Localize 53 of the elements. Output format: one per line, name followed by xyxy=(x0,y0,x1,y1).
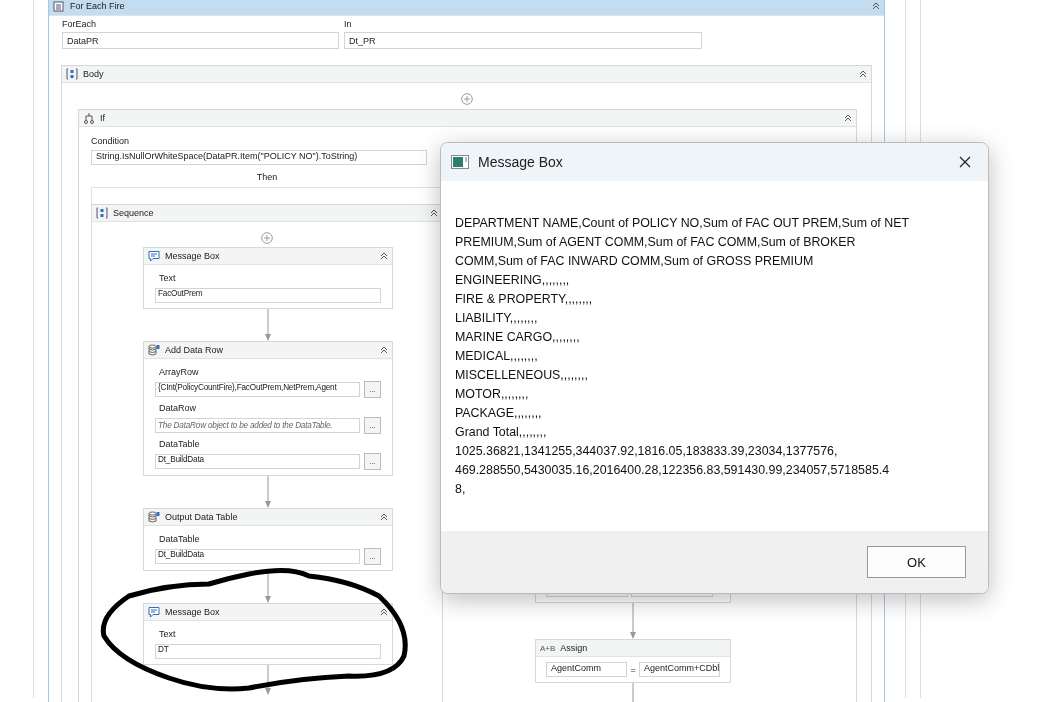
sequence-icon xyxy=(66,68,78,80)
branch-label: Then xyxy=(256,171,278,183)
text-field[interactable]: {CInt(PolicyCountFire),FacOutPrem,NetPrem,Agent xyxy=(155,382,360,397)
text-field[interactable]: Dt_PR xyxy=(344,32,702,49)
text-field[interactable]: The DataRow object to be added to the DataTable. xyxy=(155,418,360,433)
collapse-icon[interactable] xyxy=(859,70,867,78)
equals-sign: = xyxy=(630,664,636,675)
field-label: Text xyxy=(159,628,177,640)
collapse-icon[interactable] xyxy=(380,346,388,354)
collapse-icon[interactable] xyxy=(430,209,438,217)
activity-title: For Each Fire xyxy=(70,1,125,11)
field-label: DataTable xyxy=(159,438,201,450)
browse-button[interactable]: ... xyxy=(364,417,381,434)
activity-title: Message Box xyxy=(165,251,220,261)
collapse-icon[interactable] xyxy=(380,252,388,260)
branch-icon xyxy=(83,112,95,124)
browse-button[interactable]: ... xyxy=(364,381,381,398)
browse-button[interactable]: ... xyxy=(364,548,381,565)
text-field[interactable]: FacOutPrem xyxy=(155,288,381,303)
activity-title: Message Box xyxy=(165,607,220,617)
collapse-icon[interactable] xyxy=(380,608,388,616)
text-field[interactable]: DataPR xyxy=(62,32,339,49)
activity-title: Body xyxy=(83,69,104,79)
text-field[interactable]: AgentComm+CDbl xyxy=(638,662,720,677)
dialog-title: Message Box xyxy=(478,154,563,170)
text-field[interactable]: DT xyxy=(155,644,381,659)
field-label: In xyxy=(344,18,353,30)
activity-title: Assign xyxy=(560,643,588,653)
collapse-icon[interactable] xyxy=(872,2,880,10)
window-icon xyxy=(451,155,469,169)
collapse-icon[interactable] xyxy=(844,114,852,122)
assign-icon: A+B xyxy=(540,643,556,653)
field-label: ForEach xyxy=(62,18,97,30)
ok-button[interactable]: OK xyxy=(867,546,966,578)
activity-title: If xyxy=(100,113,105,123)
close-icon[interactable] xyxy=(959,156,971,168)
field-label: DataTable xyxy=(159,533,201,545)
text-field[interactable]: Dt_BuildData xyxy=(155,549,360,564)
field-label: Condition xyxy=(91,135,130,147)
browse-button[interactable]: ... xyxy=(364,453,381,470)
collapse-icon[interactable] xyxy=(380,513,388,521)
field-label: DataRow xyxy=(159,402,197,414)
message-text: DEPARTMENT NAME,Count of POLICY NO,Sum of FAC OUT PREM,Sum of NET PREMIUM,Sum of AGENT COMM,Sum of FAC COMM,Sum of BROKER COMM,Sum of FAC INWARD COMM,Sum of GROSS PREMIUM ENGINEERING,,,,,,,, FIRE & PROPERTY,,,,,,,, LIABILITY,,,,,,,, MARINE CARGO,,,,,,,, MEDICAL,,,,,,,, MISCELLENEOUS,,,,,,,, MOTOR,,,,,,,, PACKAGE,,,,,,,, Grand Total,,,,,,,, 1025.36821,1341255,344037.92,1816.05,183833.39,23034,1377576, 469.288550,5430035.16,2016400.28,122356.83,591430.99,234057,5718585.4 8, xyxy=(455,215,910,498)
field-label: Text xyxy=(159,272,177,284)
text-field[interactable]: Dt_BuildData xyxy=(155,454,360,469)
list-icon xyxy=(53,0,65,12)
activity-title: Add Data Row xyxy=(165,345,224,355)
field-label: ArrayRow xyxy=(159,366,200,378)
activity-title: Output Data Table xyxy=(165,512,238,522)
condition-field[interactable]: String.IsNullOrWhiteSpace(DataPR.Item("POLICY NO").ToString) xyxy=(91,150,427,165)
sequence-icon xyxy=(96,207,108,219)
activity-title: Sequence xyxy=(113,208,154,218)
text-field[interactable]: AgentComm xyxy=(546,662,628,677)
